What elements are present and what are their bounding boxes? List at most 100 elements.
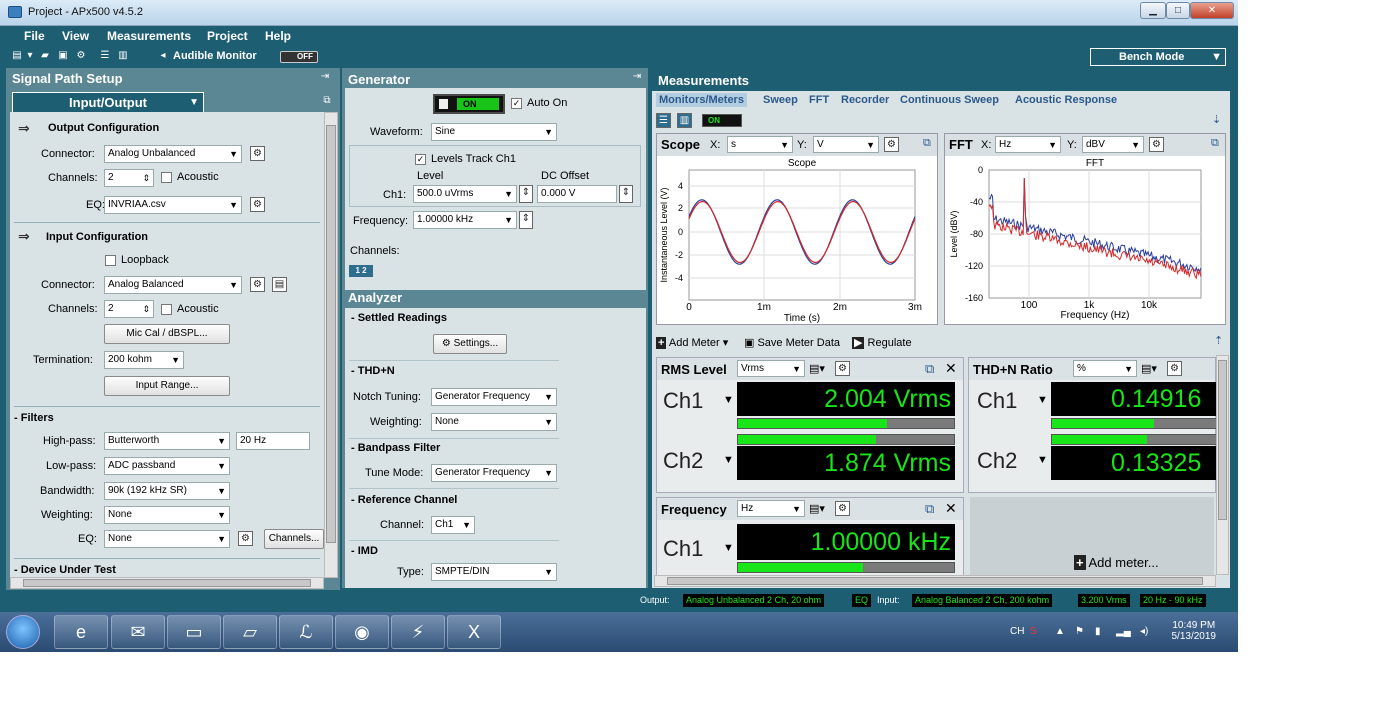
level-field[interactable]: 500.0 uVrms ▼: [413, 185, 517, 203]
volume-icon[interactable]: ◂): [1140, 626, 1148, 637]
audible-monitor-toggle[interactable]: OFF: [280, 51, 318, 63]
left-horizontal-scrollbar[interactable]: [10, 577, 324, 589]
fft-settings-icon[interactable]: ⚙: [1149, 137, 1164, 152]
apx-icon[interactable]: ⚡: [391, 615, 445, 649]
popout-icon[interactable]: ⧉: [925, 361, 934, 377]
book-icon[interactable]: ▱: [223, 615, 277, 649]
save-icon[interactable]: ▣: [56, 49, 70, 63]
tab-sweep[interactable]: Sweep: [763, 94, 798, 106]
settings-button[interactable]: ⚙ Settings...: [433, 334, 507, 354]
frequency-settings-icon[interactable]: ⚙: [835, 501, 850, 516]
mic-cal-button[interactable]: Mic Cal / dBSPL...: [104, 324, 230, 344]
thdn-weighting-select[interactable]: None ▼: [431, 413, 557, 431]
lowpass-select[interactable]: ADC passband ▼: [104, 457, 230, 475]
regulate-button[interactable]: ▶ Regulate: [852, 336, 912, 349]
dc-offset-stepper-icon[interactable]: ⇕: [619, 185, 633, 203]
meter-icon[interactable]: ▥: [677, 113, 692, 128]
device-icon[interactable]: ▮: [1095, 626, 1101, 637]
view-selector[interactable]: Input/Output ▼: [12, 92, 204, 113]
close-icon[interactable]: ✕: [945, 500, 957, 517]
close-button[interactable]: ✕: [1190, 2, 1234, 19]
bandwidth-select[interactable]: 90k (192 kHz SR) ▼: [104, 482, 230, 500]
termination-select[interactable]: 200 kohm ▼: [104, 351, 184, 369]
reference-channel-select[interactable]: Ch1 ▼: [431, 516, 475, 534]
chevron-down-icon[interactable]: ▼: [723, 454, 734, 466]
output-connector-select[interactable]: Analog Unbalanced ▼: [104, 145, 242, 163]
scope-settings-icon[interactable]: ⚙: [884, 137, 899, 152]
scope-x-unit-select[interactable]: s ▼: [727, 136, 793, 153]
popout-icon[interactable]: ⧉: [925, 501, 934, 517]
pin-icon[interactable]: ⇥: [630, 70, 644, 84]
input-info-icon[interactable]: ▤: [272, 277, 287, 292]
menu-file[interactable]: File: [24, 29, 45, 43]
start-button[interactable]: [6, 615, 40, 649]
new-dropdown-icon[interactable]: ▾: [26, 49, 34, 63]
weighting-select[interactable]: None ▼: [104, 506, 230, 524]
tab-fft[interactable]: FFT: [809, 94, 829, 106]
meter-options-icon[interactable]: ▤▾: [809, 502, 825, 515]
tune-mode-select[interactable]: Generator Frequency ▼: [431, 464, 557, 482]
monitor-toggle[interactable]: ON: [702, 114, 742, 127]
linear-tech-icon[interactable]: ℒ: [279, 615, 333, 649]
rms-settings-icon[interactable]: ⚙: [835, 361, 850, 376]
input-acoustic-checkbox[interactable]: [161, 304, 172, 315]
save-meter-data-button[interactable]: ▣ Save Meter Data: [744, 336, 840, 349]
filter-eq-settings-icon[interactable]: ⚙: [238, 531, 253, 546]
chevron-down-icon[interactable]: ▼: [723, 394, 734, 406]
menu-view[interactable]: View: [62, 29, 89, 43]
menu-measurements[interactable]: Measurements: [107, 29, 191, 43]
filter-eq-select[interactable]: None ▼: [104, 530, 230, 548]
chrome-icon[interactable]: ◉: [335, 615, 389, 649]
output-connector-settings-icon[interactable]: ⚙: [250, 146, 265, 161]
add-meter-tile-label[interactable]: + Add meter...: [1074, 555, 1159, 570]
popout-icon[interactable]: ⧉: [1211, 137, 1219, 150]
input-channels-stepper[interactable]: 2 ⇕: [104, 300, 154, 318]
tab-monitors-meters[interactable]: Monitors/Meters: [656, 93, 747, 107]
meter-options-icon[interactable]: ▤▾: [1141, 362, 1157, 375]
imd-type-select[interactable]: SMPTE/DIN ▼: [431, 563, 557, 581]
thdn-settings-icon[interactable]: ⚙: [1167, 361, 1182, 376]
output-eq-settings-icon[interactable]: ⚙: [250, 197, 265, 212]
dc-offset-field[interactable]: 0.000 V: [537, 185, 617, 203]
meter-options-icon[interactable]: ▤▾: [809, 362, 825, 375]
output-channels-stepper[interactable]: 2 ⇕: [104, 169, 154, 187]
tab-continuous-sweep[interactable]: Continuous Sweep: [900, 94, 999, 106]
meter-icon[interactable]: ▥: [116, 49, 130, 63]
tab-recorder[interactable]: Recorder: [841, 94, 889, 106]
add-meter-tile[interactable]: + Add meter...: [970, 497, 1214, 577]
input-range-button[interactable]: Input Range...: [104, 376, 230, 396]
frequency-stepper-icon[interactable]: ⇕: [519, 211, 533, 229]
notch-tuning-select[interactable]: Generator Frequency ▼: [431, 388, 557, 406]
frequency-field[interactable]: 1.00000 kHz ▼: [413, 211, 517, 229]
channel-buttons[interactable]: 1 2: [349, 265, 373, 277]
excel-icon[interactable]: X: [447, 615, 501, 649]
show-hidden-icons-icon[interactable]: ▲: [1055, 626, 1065, 637]
chevron-down-icon[interactable]: ▼: [723, 542, 734, 554]
meters-horizontal-scrollbar[interactable]: [654, 575, 1216, 587]
fft-y-unit-select[interactable]: dBV ▼: [1082, 136, 1144, 153]
file-explorer-icon[interactable]: ▭: [167, 615, 221, 649]
thdn-unit-select[interactable]: % ▼: [1073, 360, 1137, 377]
generator-on-switch[interactable]: ON: [433, 94, 505, 114]
scrollbar-thumb[interactable]: [326, 125, 336, 543]
level-stepper-icon[interactable]: ⇕: [519, 185, 533, 203]
network-icon[interactable]: ▂▄: [1116, 626, 1131, 637]
scrollbar-thumb[interactable]: [23, 579, 311, 587]
internet-explorer-icon[interactable]: e: [54, 615, 108, 649]
speaker-icon[interactable]: ◂: [156, 49, 170, 63]
menu-project[interactable]: Project: [207, 29, 248, 43]
chevron-down-icon[interactable]: ▼: [1037, 454, 1048, 466]
loopback-checkbox[interactable]: [105, 255, 116, 266]
collapse-icon[interactable]: ⇡: [1214, 334, 1223, 347]
waveform-select[interactable]: Sine ▼: [431, 123, 557, 141]
open-icon[interactable]: ▰: [38, 49, 52, 63]
output-acoustic-checkbox[interactable]: [161, 172, 172, 183]
signal-path-icon[interactable]: ☰: [656, 113, 671, 128]
auto-on-checkbox[interactable]: ✓: [511, 98, 522, 109]
left-vertical-scrollbar[interactable]: [324, 112, 338, 578]
clock[interactable]: 10:49 PM 5/13/2019: [1172, 620, 1217, 642]
fft-x-unit-select[interactable]: Hz ▼: [995, 136, 1061, 153]
bench-mode-select[interactable]: Bench Mode ▼: [1090, 48, 1226, 66]
levels-track-checkbox[interactable]: ✓: [415, 154, 426, 165]
new-icon[interactable]: ▤: [10, 49, 24, 63]
